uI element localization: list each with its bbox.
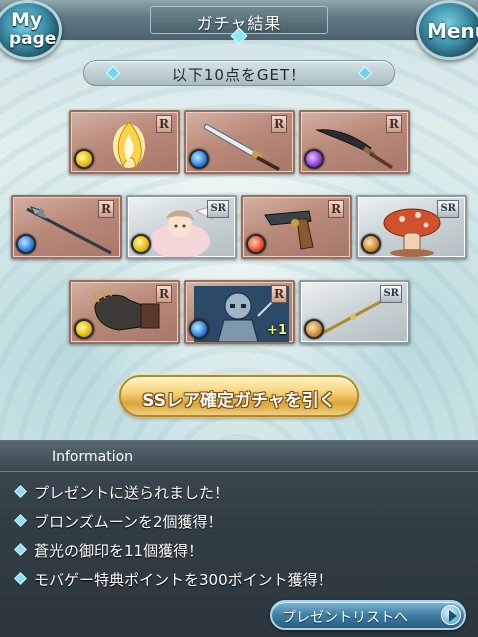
information-item: モバゲー特典ポイントを300ポイント獲得！	[14, 569, 333, 598]
information-item-text: ブロンズムーンを2個獲得！	[34, 513, 223, 531]
rarity-badge: R	[328, 200, 344, 218]
water-element-icon	[189, 319, 209, 339]
rarity-badge: R	[156, 285, 172, 303]
diamond-bullet-icon	[14, 485, 27, 498]
result-banner: 以下10点をGET！	[83, 60, 395, 86]
ss-rare-gacha-label: SSレア確定ガチャを引く	[142, 391, 336, 411]
light-element-icon	[74, 319, 94, 339]
information-panel: Information プレゼントに送られました！ ブロンズムーンを2個獲得！ …	[0, 440, 478, 637]
result-card-9[interactable]: R +1	[184, 280, 295, 344]
information-title: Information	[52, 449, 134, 465]
gacha-result-stage: ガチャ結果 My page Menu 以下10点をGET！ R R	[0, 0, 478, 440]
information-list: プレゼントに送られました！ ブロンズムーンを2個獲得！ 蒼光の御印を11個獲得！…	[14, 482, 333, 598]
light-element-icon	[74, 149, 94, 169]
diamond-bullet-icon	[14, 543, 27, 556]
mypage-label-line2: page	[9, 29, 57, 49]
rarity-badge: SR	[380, 285, 402, 303]
arrow-right-icon	[441, 605, 461, 625]
water-element-icon	[189, 149, 209, 169]
result-card-3[interactable]: R	[299, 110, 410, 174]
rarity-badge: R	[156, 115, 172, 133]
result-card-8[interactable]: R	[69, 280, 180, 344]
result-card-4[interactable]: R	[11, 195, 122, 259]
information-header: Information	[0, 442, 478, 472]
water-element-icon	[16, 234, 36, 254]
mypage-button[interactable]: My page	[0, 0, 62, 60]
rarity-badge: R	[271, 285, 287, 303]
information-item-text: プレゼントに送られました！	[34, 484, 230, 502]
result-card-2[interactable]: R	[184, 110, 295, 174]
result-card-6[interactable]: R	[241, 195, 352, 259]
information-item: 蒼光の御印を11個獲得！	[14, 540, 333, 569]
present-list-button[interactable]: プレゼントリストへ	[270, 600, 466, 630]
bonus-count-badge: +1	[267, 323, 287, 338]
rarity-badge: R	[98, 200, 114, 218]
earth-element-icon	[304, 319, 324, 339]
information-item-text: モバゲー特典ポイントを300ポイント獲得！	[34, 571, 333, 589]
information-item-text: 蒼光の御印を11個獲得！	[34, 542, 204, 560]
rarity-badge: R	[271, 115, 287, 133]
information-item: ブロンズムーンを2個獲得！	[14, 511, 333, 540]
result-card-7[interactable]: SR	[356, 195, 467, 259]
menu-label: Menu	[427, 19, 478, 43]
present-list-label: プレゼントリストへ	[282, 610, 408, 626]
rarity-badge: SR	[207, 200, 229, 218]
diamond-bullet-icon	[14, 572, 27, 585]
header-bar: ガチャ結果	[0, 0, 478, 45]
menu-button[interactable]: Menu	[416, 0, 478, 60]
rarity-badge: R	[386, 115, 402, 133]
rarity-badge: SR	[437, 200, 459, 218]
information-item: プレゼントに送られました！	[14, 482, 333, 511]
ss-rare-gacha-button[interactable]: SSレア確定ガチャを引く	[119, 375, 359, 417]
result-card-10[interactable]: SR	[299, 280, 410, 344]
result-card-5[interactable]: SR	[126, 195, 237, 259]
light-element-icon	[131, 234, 151, 254]
fire-element-icon	[246, 234, 266, 254]
result-card-1[interactable]: R	[69, 110, 180, 174]
diamond-bullet-icon	[14, 514, 27, 527]
mypage-label-line1: My	[11, 9, 43, 31]
dark-element-icon	[304, 149, 324, 169]
earth-element-icon	[361, 234, 381, 254]
result-banner-text: 以下10点をGET！	[171, 66, 307, 84]
